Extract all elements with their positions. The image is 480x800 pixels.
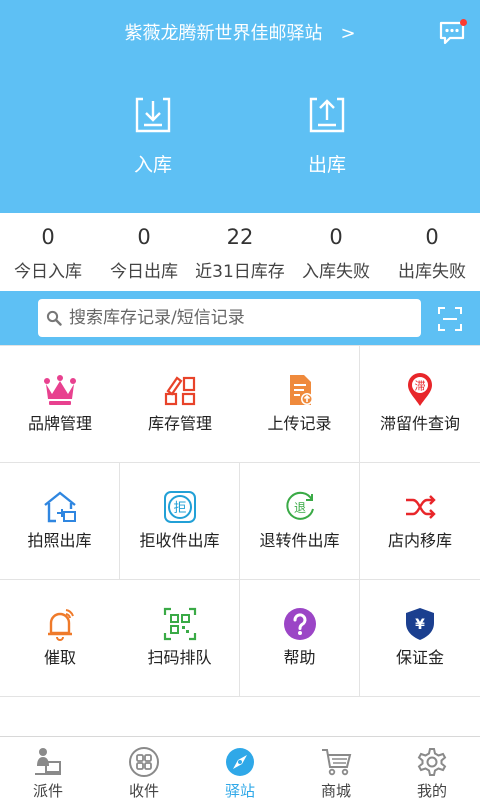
stat-label: 今日出库	[110, 262, 178, 282]
stat-label: 入库失败	[302, 262, 370, 282]
grid-item-label: 上传记录	[267, 414, 332, 433]
grid-item-label: 品牌管理	[27, 414, 92, 433]
grid-item-label: 库存管理	[147, 414, 212, 433]
grid-item-upload-records[interactable]: 上传记录	[240, 346, 360, 462]
tab-mine[interactable]: 我的	[384, 737, 480, 800]
tab-mall[interactable]: 商城	[288, 737, 384, 800]
grid-item-brand-management[interactable]: 品牌管理	[0, 346, 120, 462]
upload-record-icon	[290, 375, 313, 405]
function-grid: 品牌管理 库存管理 上传记录 滞 滞留件查询 拍照出库 拒 拒收件出库 退 退转…	[0, 345, 480, 697]
qr-queue-icon	[163, 607, 197, 641]
crown-icon	[44, 375, 76, 405]
grid-item-label: 滞留件查询	[379, 414, 460, 433]
grid-item-label: 拍照出库	[27, 531, 92, 550]
stat-today-in[interactable]: 0 今日入库	[0, 213, 96, 291]
grid-row: 品牌管理 库存管理 上传记录 滞 滞留件查询	[0, 346, 480, 463]
search-icon	[46, 310, 62, 326]
grid-item-in-store-move[interactable]: 店内移库	[360, 463, 480, 579]
grid-item-label: 店内移库	[387, 531, 452, 550]
inventory-icon	[164, 376, 196, 406]
grid-item-scan-queue[interactable]: 扫码排队	[120, 580, 240, 696]
compass-icon	[226, 748, 254, 776]
grid-item-photo-outbound[interactable]: 拍照出库	[0, 463, 120, 579]
grid-item-inventory-management[interactable]: 库存管理	[120, 346, 240, 462]
station-selector[interactable]: 紫薇龙腾新世界佳邮驿站 >	[0, 20, 480, 48]
deposit-shield-icon: ¥	[406, 608, 434, 640]
grid-item-label: 催取	[43, 648, 76, 667]
grid-item-return-outbound[interactable]: 退 退转件出库	[240, 463, 360, 579]
stats-bar: 0 今日入库 0 今日出库 22 近31日库存 0 入库失败 0 出库失败	[0, 213, 480, 291]
photo-out-icon	[44, 491, 76, 523]
stat-out-failed[interactable]: 0 出库失败	[384, 213, 480, 291]
grid-apps-icon	[129, 747, 159, 777]
grid-row: 拍照出库 拒 拒收件出库 退 退转件出库 店内移库	[0, 463, 480, 580]
header: 紫薇龙腾新世界佳邮驿站 > 入库 出库	[0, 0, 480, 213]
stat-label: 今日入库	[14, 262, 82, 282]
grid-item-pickup-reminder[interactable]: 催取	[0, 580, 120, 696]
scan-icon[interactable]	[437, 306, 463, 332]
tab-label: 我的	[416, 782, 447, 800]
search-input[interactable]: 搜索库存记录/短信记录	[38, 299, 421, 337]
tab-label: 商城	[320, 782, 351, 800]
grid-item-deposit[interactable]: ¥ 保证金	[360, 580, 480, 696]
message-badge	[460, 19, 467, 26]
courier-icon	[35, 748, 61, 775]
help-icon	[284, 608, 316, 640]
search-bar: 搜索库存记录/短信记录	[0, 291, 480, 345]
tab-label: 收件	[128, 782, 159, 800]
return-icon: 退	[286, 491, 314, 520]
stat-in-failed[interactable]: 0 入库失败	[288, 213, 384, 291]
svg-text:¥: ¥	[415, 617, 425, 633]
tab-label: 派件	[32, 782, 63, 800]
grid-item-label: 扫码排队	[147, 648, 212, 667]
cart-icon	[322, 749, 352, 776]
grid-item-label: 帮助	[283, 648, 316, 667]
stranded-icon: 滞	[408, 373, 432, 406]
svg-text:退: 退	[294, 501, 306, 515]
grid-item-reject-outbound[interactable]: 拒 拒收件出库	[120, 463, 240, 579]
stat-value: 0	[425, 225, 439, 249]
tab-receive[interactable]: 收件	[96, 737, 192, 800]
grid-row: 催取 扫码排队 帮助 ¥ 保证金	[0, 580, 480, 697]
stat-value: 0	[137, 225, 151, 249]
stat-today-out[interactable]: 0 今日出库	[96, 213, 192, 291]
inbound-icon	[135, 97, 171, 133]
tab-label: 驿站	[224, 782, 255, 800]
stat-label: 近31日库存	[195, 262, 285, 282]
svg-text:拒: 拒	[173, 501, 186, 516]
bottom-tab-bar: 派件 收件 驿站 商城 我的	[0, 736, 480, 800]
outbound-label: 出库	[307, 154, 346, 176]
outbound-button[interactable]: 出库	[277, 96, 377, 177]
reject-icon: 拒	[164, 491, 196, 523]
outbound-icon	[309, 97, 345, 133]
grid-item-label: 拒收件出库	[139, 531, 220, 550]
grid-item-stranded-query[interactable]: 滞 滞留件查询	[360, 346, 480, 462]
tab-station[interactable]: 驿站	[192, 737, 288, 800]
grid-item-help[interactable]: 帮助	[240, 580, 360, 696]
gear-icon	[417, 748, 447, 776]
tab-dispatch[interactable]: 派件	[0, 737, 96, 800]
svg-text:滞: 滞	[415, 380, 426, 393]
stat-31day-stock[interactable]: 22 近31日库存	[192, 213, 288, 291]
inbound-label: 入库	[133, 154, 172, 176]
stat-value: 22	[226, 225, 254, 249]
search-placeholder: 搜索库存记录/短信记录	[69, 308, 245, 328]
grid-item-label: 退转件出库	[259, 531, 340, 550]
stat-label: 出库失败	[398, 262, 466, 282]
inbound-button[interactable]: 入库	[103, 96, 203, 177]
bell-icon	[48, 609, 74, 641]
station-name: 紫薇龙腾新世界佳邮驿站	[124, 23, 323, 44]
stat-value: 0	[329, 225, 343, 249]
stat-value: 0	[41, 225, 55, 249]
shuffle-icon	[406, 495, 436, 519]
grid-item-label: 保证金	[395, 648, 444, 667]
chevron-right-icon: >	[340, 23, 356, 44]
